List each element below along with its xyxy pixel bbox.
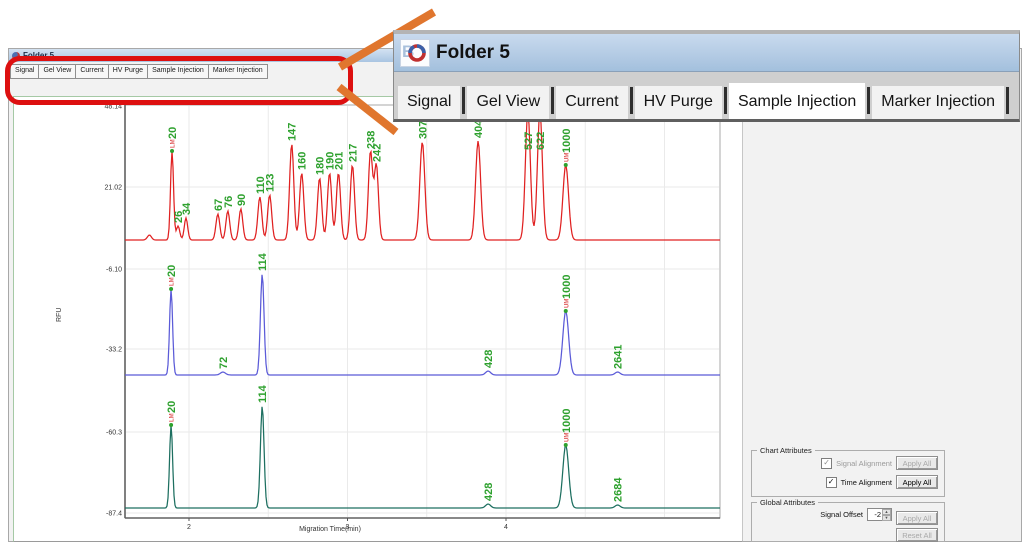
callout-title: Folder 5 bbox=[436, 42, 510, 64]
zoom-callout-window: B Folder 5 SignalGel ViewCurrentHV Purge… bbox=[393, 30, 1020, 122]
tab-small-marker-injection[interactable]: Marker Injection bbox=[208, 64, 268, 79]
tab-divider bbox=[462, 87, 465, 114]
tab-divider bbox=[867, 87, 870, 114]
tab-small-sample-injection[interactable]: Sample Injection bbox=[147, 64, 208, 79]
signal-alignment-label: Signal Alignment bbox=[836, 459, 892, 468]
signal-offset-label: Signal Offset bbox=[820, 510, 863, 519]
spinner-down-icon[interactable]: ▼ bbox=[882, 515, 891, 521]
time-alignment-apply-all-button[interactable]: Apply All bbox=[896, 475, 938, 489]
signal-offset-reset-all-button[interactable]: Reset All bbox=[896, 528, 938, 542]
bio-logo-icon: B bbox=[400, 39, 430, 67]
tab-bar-small: SignalGel ViewCurrentHV PurgeSample Inje… bbox=[10, 64, 268, 79]
tab-small-hv-purge[interactable]: HV Purge bbox=[108, 64, 147, 79]
signal-offset-value: -2 bbox=[868, 509, 882, 520]
chart-attributes-group: Chart Attributes ✓ Signal Alignment Appl… bbox=[751, 450, 945, 497]
tab-small-gel-view[interactable]: Gel View bbox=[38, 64, 75, 79]
app-logo-icon bbox=[12, 52, 20, 60]
signal-offset-spinner[interactable]: -2 ▲ ▼ bbox=[867, 508, 892, 521]
tab-large-sample-injection[interactable]: Sample Injection bbox=[729, 83, 865, 119]
tab-small-signal[interactable]: Signal bbox=[10, 64, 38, 79]
callout-titlebar: B Folder 5 bbox=[394, 34, 1019, 72]
tab-divider bbox=[551, 87, 554, 114]
tab-large-gel-view[interactable]: Gel View bbox=[467, 86, 549, 119]
chart-panel[interactable] bbox=[13, 96, 743, 542]
time-alignment-label: Time Alignment bbox=[841, 478, 892, 487]
chart-attributes-title: Chart Attributes bbox=[757, 446, 815, 455]
global-attributes-title: Global Attributes bbox=[757, 498, 818, 507]
tab-large-current[interactable]: Current bbox=[556, 86, 627, 119]
tab-divider bbox=[724, 87, 727, 114]
tab-large-marker-injection[interactable]: Marker Injection bbox=[872, 86, 1004, 119]
tab-small-current[interactable]: Current bbox=[75, 64, 107, 79]
page: Folder 5 SignalGel ViewCurrentHV PurgeSa… bbox=[0, 0, 1024, 555]
signal-offset-apply-all-button[interactable]: Apply All bbox=[896, 511, 938, 525]
signal-alignment-apply-all-button[interactable]: Apply All bbox=[896, 456, 938, 470]
tab-divider bbox=[630, 87, 633, 114]
tab-large-signal[interactable]: Signal bbox=[398, 86, 460, 119]
signal-alignment-checkbox[interactable]: ✓ bbox=[821, 458, 832, 469]
time-alignment-checkbox[interactable]: ✓ bbox=[826, 477, 837, 488]
tab-bar-large: SignalGel ViewCurrentHV PurgeSample Inje… bbox=[394, 72, 1019, 119]
tab-large-hv-purge[interactable]: HV Purge bbox=[635, 86, 722, 119]
global-attributes-group: Global Attributes Signal Offset -2 ▲ ▼ A… bbox=[751, 502, 945, 542]
tab-divider bbox=[1006, 87, 1009, 114]
window-title: Folder 5 bbox=[23, 52, 54, 60]
